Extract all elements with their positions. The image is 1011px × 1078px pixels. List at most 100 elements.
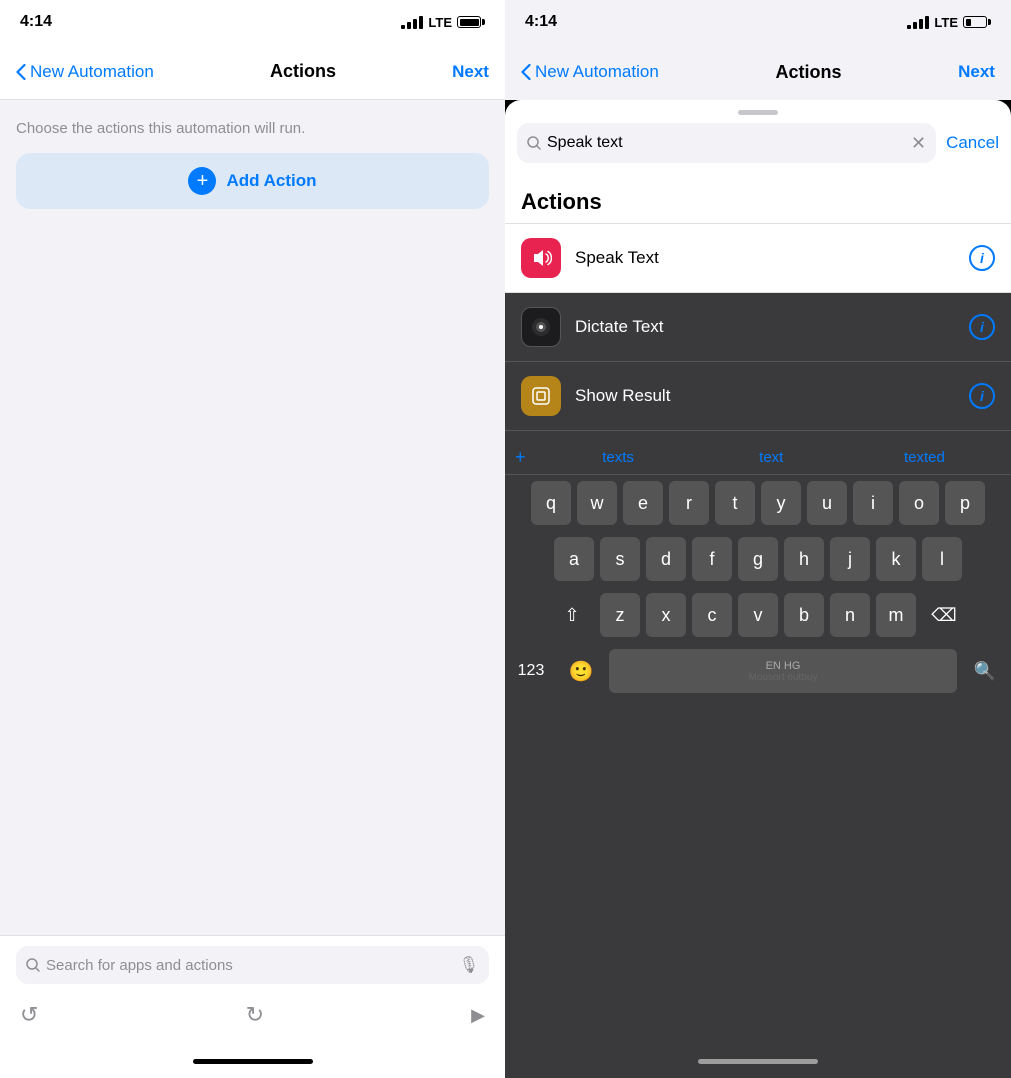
key-f[interactable]: f — [692, 537, 732, 581]
speak-text-icon — [521, 238, 561, 278]
key-c[interactable]: c — [692, 593, 732, 637]
right-status-bar: 4:14 LTE — [505, 0, 1011, 44]
left-signal-icon — [401, 16, 423, 29]
space-label: EN HG — [766, 660, 801, 672]
right-phone: 4:14 LTE New Automation Actions Next — [505, 0, 1011, 1078]
speak-text-info-button[interactable]: i — [969, 245, 995, 271]
action-item-dictate-text[interactable]: Dictate Text i — [505, 293, 1011, 362]
keyboard-row-1: q w e r t y u i o p — [505, 475, 1011, 531]
action-item-speak-text[interactable]: Speak Text i — [505, 224, 1011, 293]
search-icon — [26, 958, 40, 972]
sheet-handle — [505, 100, 1011, 123]
sheet-search-field[interactable]: ✕ — [517, 123, 936, 163]
left-nav-bar: New Automation Actions Next — [0, 44, 505, 100]
key-t[interactable]: t — [715, 481, 755, 525]
key-shift[interactable]: ⇧ — [550, 593, 594, 637]
cancel-button[interactable]: Cancel — [946, 133, 999, 153]
key-x[interactable]: x — [646, 593, 686, 637]
key-d[interactable]: d — [646, 537, 686, 581]
key-i[interactable]: i — [853, 481, 893, 525]
dictate-text-label: Dictate Text — [575, 317, 955, 337]
right-back-button[interactable]: New Automation — [521, 62, 659, 82]
key-l[interactable]: l — [922, 537, 962, 581]
left-time: 4:14 — [20, 13, 52, 31]
key-delete[interactable]: ⌫ — [922, 593, 966, 637]
key-z[interactable]: z — [600, 593, 640, 637]
dark-actions-section: Dictate Text i Show Result i + — [505, 293, 1011, 1044]
dictate-text-info-button[interactable]: i — [969, 314, 995, 340]
plus-circle-icon: + — [188, 167, 216, 195]
key-search[interactable]: 🔍 — [963, 649, 1007, 693]
left-content: Choose the actions this automation will … — [0, 100, 505, 935]
action-item-show-result[interactable]: Show Result i — [505, 362, 1011, 431]
right-next-button[interactable]: Next — [958, 62, 995, 82]
search-placeholder-text: Search for apps and actions — [46, 957, 233, 974]
key-j[interactable]: j — [830, 537, 870, 581]
show-result-label: Show Result — [575, 386, 955, 406]
speak-text-label: Speak Text — [575, 248, 955, 268]
plus-icon[interactable]: + — [515, 447, 526, 468]
key-emoji[interactable]: 🙂 — [559, 649, 603, 693]
key-g[interactable]: g — [738, 537, 778, 581]
right-carrier: LTE — [934, 15, 958, 30]
left-back-button[interactable]: New Automation — [16, 62, 154, 82]
key-s[interactable]: s — [600, 537, 640, 581]
dictate-icon — [530, 316, 552, 338]
key-p[interactable]: p — [945, 481, 985, 525]
right-battery-icon — [963, 16, 991, 28]
left-nav-arrows: ↺ ↻ ▶ — [0, 994, 505, 1044]
right-signal-icon — [907, 16, 929, 29]
actions-list: Speak Text i — [505, 223, 1011, 293]
key-v[interactable]: v — [738, 593, 778, 637]
key-q[interactable]: q — [531, 481, 571, 525]
home-bar — [193, 1059, 313, 1064]
add-action-button[interactable]: + Add Action — [16, 153, 489, 209]
keyboard: + texts text texted q w e r t y u i o p — [505, 431, 1011, 703]
show-result-info-button[interactable]: i — [969, 383, 995, 409]
key-w[interactable]: w — [577, 481, 617, 525]
left-back-label: New Automation — [30, 62, 154, 82]
key-o[interactable]: o — [899, 481, 939, 525]
left-status-bar: 4:14 LTE — [0, 0, 505, 44]
key-u[interactable]: u — [807, 481, 847, 525]
left-home-indicator — [0, 1044, 505, 1078]
key-y[interactable]: y — [761, 481, 801, 525]
key-h[interactable]: h — [784, 537, 824, 581]
mic-icon: 🎙 — [459, 955, 479, 975]
redo-button[interactable]: ↻ — [246, 1002, 264, 1028]
left-search-container: Search for apps and actions 🎙 — [0, 936, 505, 994]
keyboard-row-3: ⇧ z x c v b n m ⌫ — [505, 587, 1011, 643]
key-b[interactable]: b — [784, 593, 824, 637]
suggestion-texted[interactable]: texted — [848, 449, 1001, 466]
key-r[interactable]: r — [669, 481, 709, 525]
left-battery-icon — [457, 16, 485, 28]
left-phone: 4:14 LTE New Automation Actions Next — [0, 0, 505, 1078]
key-n[interactable]: n — [830, 593, 870, 637]
suggestions-row: + texts text texted — [505, 441, 1011, 475]
key-k[interactable]: k — [876, 537, 916, 581]
chevron-left-icon-right — [521, 64, 531, 80]
sheet-search-input[interactable] — [547, 134, 905, 152]
key-m[interactable]: m — [876, 593, 916, 637]
play-button[interactable]: ▶ — [471, 1005, 485, 1026]
right-nav-bar: New Automation Actions Next — [505, 44, 1011, 100]
left-bottom-bar: Search for apps and actions 🎙 ↺ ↻ ▶ — [0, 935, 505, 1078]
actions-section-header: Actions — [505, 175, 1011, 223]
right-status-icons: LTE — [907, 15, 991, 30]
undo-button[interactable]: ↺ — [20, 1002, 38, 1028]
right-home-bar — [698, 1059, 818, 1064]
key-a[interactable]: a — [554, 537, 594, 581]
suggestion-texts[interactable]: texts — [542, 449, 695, 466]
clear-search-button[interactable]: ✕ — [911, 133, 926, 154]
suggestion-text[interactable]: text — [695, 449, 848, 466]
right-home-indicator — [505, 1044, 1011, 1078]
left-next-button[interactable]: Next — [452, 62, 489, 82]
left-search-bar[interactable]: Search for apps and actions 🎙 — [16, 946, 489, 984]
result-icon — [530, 385, 552, 407]
left-subtitle: Choose the actions this automation will … — [16, 120, 489, 137]
key-123[interactable]: 123 — [509, 649, 553, 693]
left-carrier: LTE — [428, 15, 452, 30]
key-e[interactable]: e — [623, 481, 663, 525]
key-space[interactable]: EN HG Moosort outbuy — [609, 649, 957, 693]
keyboard-bottom-row: 123 🙂 EN HG Moosort outbuy 🔍 — [505, 643, 1011, 703]
